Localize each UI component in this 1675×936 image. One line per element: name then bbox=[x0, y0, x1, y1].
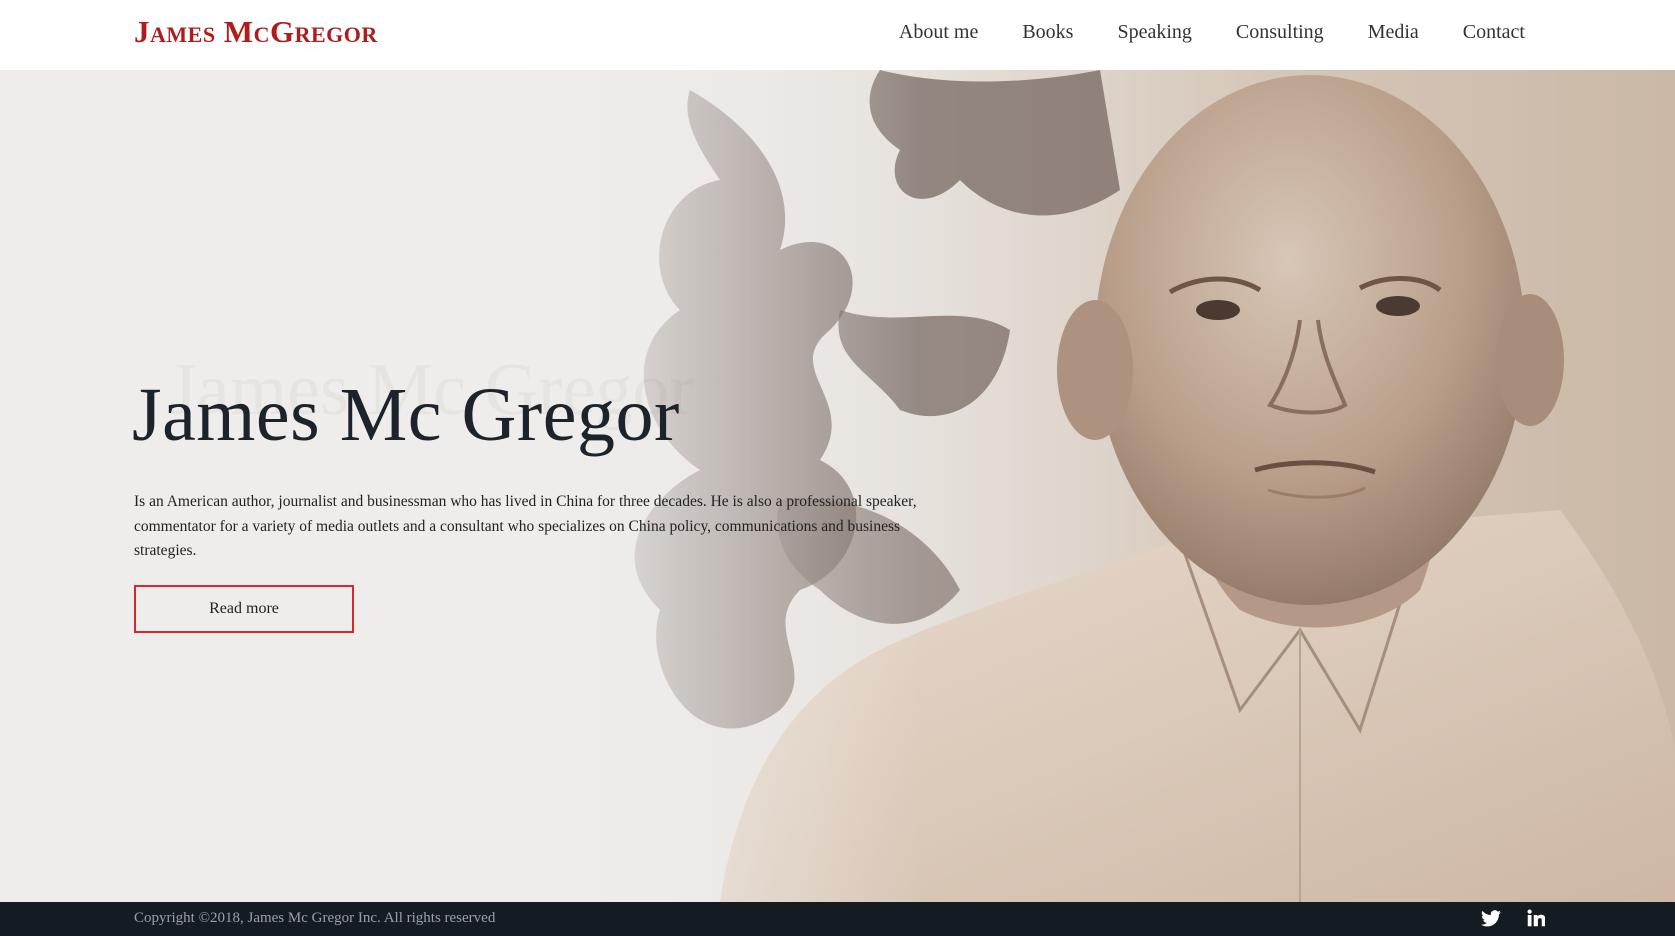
nav-contact[interactable]: Contact bbox=[1463, 21, 1525, 44]
social-links bbox=[1455, 909, 1546, 932]
hero-portrait-image bbox=[0, 70, 1675, 902]
copyright-text: Copyright ©2018, James Mc Gregor Inc. Al… bbox=[134, 910, 496, 926]
hero-description: Is an American author, journalist and bu… bbox=[134, 493, 917, 559]
nav-consulting[interactable]: Consulting bbox=[1236, 21, 1324, 44]
nav-about-me[interactable]: About me bbox=[899, 21, 978, 44]
hero-title: James Mc Gregor bbox=[132, 373, 680, 457]
nav-media[interactable]: Media bbox=[1368, 21, 1419, 44]
twitter-icon[interactable] bbox=[1481, 909, 1501, 932]
site-logo[interactable]: James McGregor bbox=[134, 14, 378, 50]
linkedin-icon[interactable] bbox=[1527, 909, 1546, 932]
hero-section: James Mc Gregor James Mc Gregor Is an Am… bbox=[0, 70, 1675, 902]
site-header: James McGregor About me Books Speaking C… bbox=[0, 0, 1675, 70]
main-nav: About me Books Speaking Consulting Media… bbox=[855, 21, 1525, 44]
nav-books[interactable]: Books bbox=[1022, 21, 1073, 44]
site-footer: Copyright ©2018, James Mc Gregor Inc. Al… bbox=[0, 902, 1675, 936]
read-more-button[interactable]: Read more bbox=[134, 585, 354, 633]
nav-speaking[interactable]: Speaking bbox=[1117, 21, 1191, 44]
